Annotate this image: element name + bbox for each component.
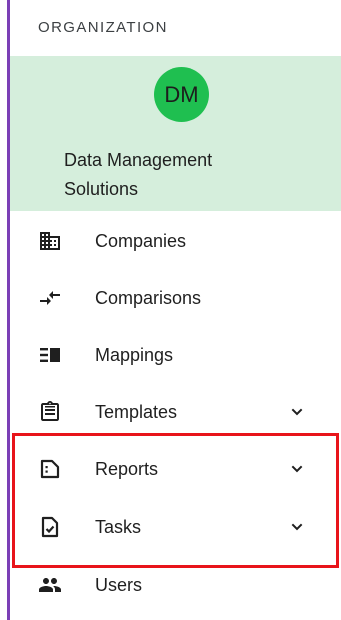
sidebar-item-mappings[interactable]: Mappings xyxy=(10,329,341,381)
chevron-down-icon[interactable] xyxy=(287,402,307,422)
report-icon xyxy=(38,457,62,481)
sidebar-item-companies[interactable]: Companies xyxy=(10,215,341,267)
organization-name: Data Management Solutions xyxy=(64,150,213,199)
sidebar-item-label: Comparisons xyxy=(95,287,202,308)
section-label: ORGANIZATION xyxy=(38,19,168,36)
mapping-icon xyxy=(38,343,62,367)
chevron-down-icon[interactable] xyxy=(287,459,307,479)
sidebar-item-label: Templates xyxy=(95,401,178,422)
sidebar-item-users[interactable]: Users xyxy=(10,559,341,611)
organization-card[interactable]: DM Data Management Solutions xyxy=(10,56,341,211)
clipboard-icon xyxy=(38,400,62,424)
users-icon xyxy=(38,573,62,597)
avatar-initials: DM xyxy=(164,81,199,107)
sidebar-item-reports[interactable]: Reports xyxy=(10,443,341,495)
sidebar-item-comparisons[interactable]: Comparisons xyxy=(10,272,341,324)
sidebar-item-label: Reports xyxy=(95,458,159,479)
sidebar-item-tasks[interactable]: Tasks xyxy=(10,501,341,553)
sidebar-item-label: Users xyxy=(95,574,143,595)
chevron-down-icon[interactable] xyxy=(287,517,307,537)
building-icon xyxy=(38,229,62,253)
sidebar-item-label: Companies xyxy=(95,230,187,251)
sidebar-item-templates[interactable]: Templates xyxy=(10,386,341,438)
compare-arrows-icon xyxy=(38,286,62,310)
sidebar-item-label: Tasks xyxy=(95,516,142,537)
avatar: DM xyxy=(154,67,209,122)
sidebar-item-label: Mappings xyxy=(95,344,174,365)
task-check-icon xyxy=(38,515,62,539)
